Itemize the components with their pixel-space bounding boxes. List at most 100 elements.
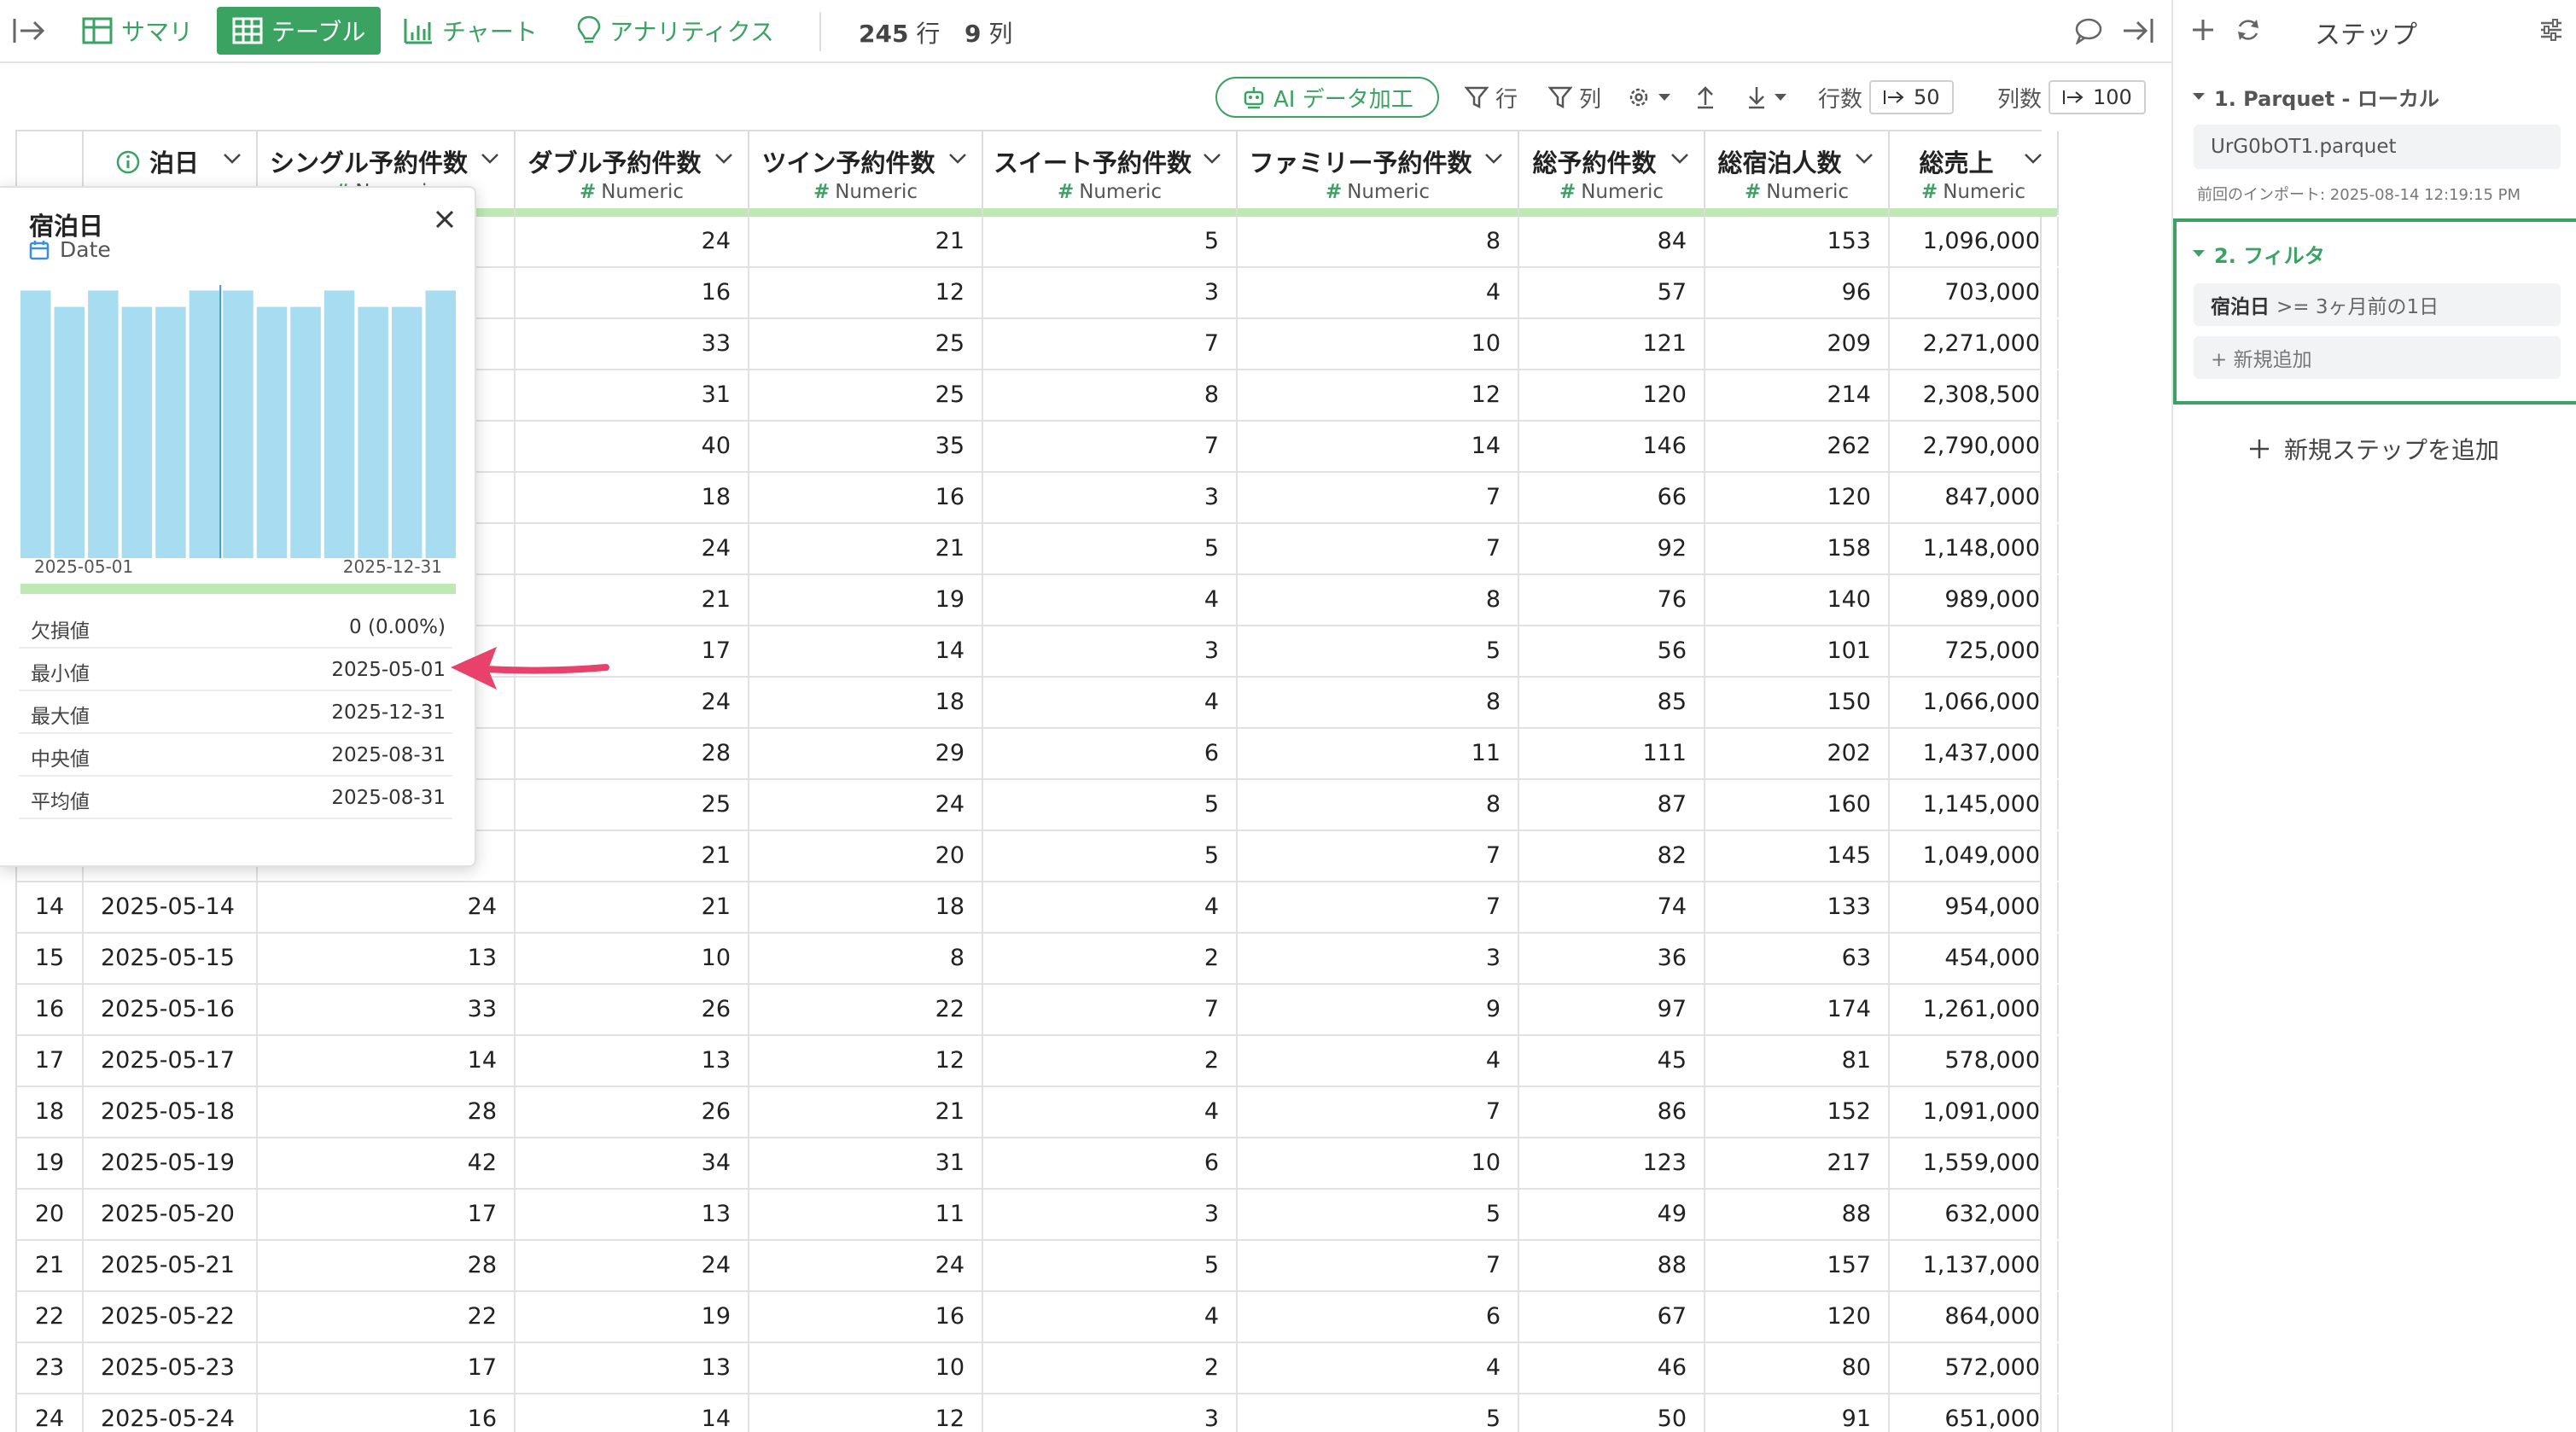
header-column-total-bookings[interactable]: 総予約件数 # Numeric <box>1519 131 1705 217</box>
table-cell[interactable]: 5 <box>1238 626 1519 676</box>
table-cell[interactable]: 76 <box>1519 575 1705 625</box>
upload-button[interactable] <box>1695 77 1716 118</box>
table-cell[interactable]: 2 <box>983 934 1238 983</box>
table-cell[interactable]: 2025-05-21 <box>84 1241 258 1290</box>
table-cell[interactable]: 3 <box>983 1190 1238 1239</box>
add-step-button[interactable]: 新規ステップを追加 <box>2248 432 2499 466</box>
table-cell[interactable]: 36 <box>1519 934 1705 983</box>
table-cell[interactable]: 40 <box>516 422 749 471</box>
chevron-down-icon[interactable] <box>222 152 242 169</box>
table-row[interactable]: 20 2025-05-20 17 13 11 3 5 49 88 632,000 <box>17 1190 2059 1241</box>
table-cell[interactable]: 1,096,000 <box>1890 217 2059 266</box>
table-cell[interactable]: 14 <box>749 626 983 676</box>
table-cell[interactable]: 21 <box>749 524 983 573</box>
table-cell[interactable]: 3 <box>983 473 1238 522</box>
table-cell[interactable]: 28 <box>516 729 749 778</box>
table-cell[interactable]: 2025-05-19 <box>84 1138 258 1188</box>
table-cell[interactable]: 8 <box>983 370 1238 420</box>
table-cell[interactable]: 24 <box>516 217 749 266</box>
tab-chart[interactable]: チャート <box>403 7 538 55</box>
table-cell[interactable]: 11 <box>1238 729 1519 778</box>
header-column-total-sales[interactable]: 総売上 # Numeric <box>1890 131 2059 217</box>
table-cell[interactable]: 12 <box>749 268 983 317</box>
chevron-down-icon[interactable] <box>1670 152 1690 169</box>
table-cell[interactable]: 7 <box>1238 524 1519 573</box>
table-cell[interactable]: 57 <box>1519 268 1705 317</box>
table-cell[interactable]: 120 <box>1705 473 1890 522</box>
table-cell[interactable]: 1,091,000 <box>1890 1087 2059 1137</box>
table-cell[interactable]: 2025-05-16 <box>84 985 258 1034</box>
table-cell[interactable]: 87 <box>1519 780 1705 830</box>
refresh-icon[interactable] <box>2235 16 2262 47</box>
table-cell[interactable]: 152 <box>1705 1087 1890 1137</box>
table-cell[interactable]: 5 <box>983 524 1238 573</box>
table-cell[interactable]: 6 <box>983 729 1238 778</box>
table-cell[interactable]: 85 <box>1519 678 1705 727</box>
table-cell[interactable]: 123 <box>1519 1138 1705 1188</box>
table-cell[interactable]: 25 <box>749 319 983 369</box>
table-cell[interactable]: 2025-05-22 <box>84 1292 258 1342</box>
table-cell[interactable]: 3 <box>983 1394 1238 1432</box>
rows-limit-input[interactable]: 50 <box>1869 80 1954 114</box>
table-cell[interactable]: 2025-05-20 <box>84 1190 258 1239</box>
table-cell[interactable]: 25 <box>749 370 983 420</box>
table-cell[interactable]: 8 <box>1238 575 1519 625</box>
table-cell[interactable]: 214 <box>1705 370 1890 420</box>
table-cell[interactable]: 5 <box>1238 1190 1519 1239</box>
table-cell[interactable]: 1,137,000 <box>1890 1241 2059 1290</box>
collapse-left-icon[interactable] <box>12 15 46 49</box>
table-row[interactable]: 19 2025-05-19 42 34 31 6 10 123 217 1,559,000 <box>17 1138 2059 1190</box>
table-cell[interactable]: 145 <box>1705 831 1890 881</box>
table-cell[interactable]: 101 <box>1705 626 1890 676</box>
table-cell[interactable]: 133 <box>1705 882 1890 932</box>
table-cell[interactable]: 21 <box>749 217 983 266</box>
table-cell[interactable]: 4 <box>983 678 1238 727</box>
header-column-family[interactable]: ファミリー予約件数 # Numeric <box>1238 131 1519 217</box>
table-cell[interactable]: 22 <box>749 985 983 1034</box>
table-cell[interactable]: 92 <box>1519 524 1705 573</box>
table-cell[interactable]: 17 <box>258 1343 516 1393</box>
table-cell[interactable]: 42 <box>258 1138 516 1188</box>
table-cell[interactable]: 19 <box>516 1292 749 1342</box>
chevron-down-icon[interactable] <box>1202 152 1222 169</box>
table-cell[interactable]: 12 <box>1238 370 1519 420</box>
table-cell[interactable]: 5 <box>983 831 1238 881</box>
table-cell[interactable]: 82 <box>1519 831 1705 881</box>
table-cell[interactable]: 24 <box>516 1241 749 1290</box>
table-cell[interactable]: 703,000 <box>1890 268 2059 317</box>
settings-dropdown[interactable] <box>1627 77 1671 118</box>
chevron-down-icon[interactable] <box>947 152 968 169</box>
table-cell[interactable]: 1,145,000 <box>1890 780 2059 830</box>
table-cell[interactable]: 5 <box>1238 1394 1519 1432</box>
table-cell[interactable]: 1,261,000 <box>1890 985 2059 1034</box>
table-cell[interactable]: 33 <box>516 319 749 369</box>
tab-table[interactable]: テーブル <box>217 7 382 55</box>
tab-analytics[interactable]: アナリティクス <box>577 7 774 55</box>
table-cell[interactable]: 33 <box>258 985 516 1034</box>
table-cell[interactable]: 88 <box>1519 1241 1705 1290</box>
step-2[interactable]: 2. フィルタ 宿泊日 >= 3ヶ月前の1日 + 新規追加 <box>2173 218 2576 405</box>
table-row[interactable]: 16 2025-05-16 33 26 22 7 9 97 174 1,261,000 <box>17 985 2059 1036</box>
table-cell[interactable]: 97 <box>1519 985 1705 1034</box>
table-cell[interactable]: 4 <box>1238 1343 1519 1393</box>
table-cell[interactable]: 150 <box>1705 678 1890 727</box>
table-cell[interactable]: 3 <box>983 268 1238 317</box>
table-cell[interactable]: 8 <box>1238 217 1519 266</box>
table-cell[interactable]: 21 <box>516 831 749 881</box>
table-cell[interactable]: 67 <box>1519 1292 1705 1342</box>
table-cell[interactable]: 160 <box>1705 780 1890 830</box>
header-column-total-guests[interactable]: 総宿泊人数 # Numeric <box>1705 131 1890 217</box>
ai-data-processing-button[interactable]: AI データ加工 <box>1215 77 1439 118</box>
table-cell[interactable]: 26 <box>516 985 749 1034</box>
table-cell[interactable]: 46 <box>1519 1343 1705 1393</box>
table-cell[interactable]: 10 <box>1238 319 1519 369</box>
table-cell[interactable]: 7 <box>1238 473 1519 522</box>
table-row[interactable]: 23 2025-05-23 17 13 10 2 4 46 80 572,000 <box>17 1343 2059 1394</box>
table-cell[interactable]: 80 <box>1705 1343 1890 1393</box>
table-cell[interactable]: 157 <box>1705 1241 1890 1290</box>
table-cell[interactable]: 88 <box>1705 1190 1890 1239</box>
table-row[interactable]: 14 2025-05-14 24 21 18 4 7 74 133 954,000 <box>17 882 2059 934</box>
table-cell[interactable]: 81 <box>1705 1036 1890 1086</box>
table-cell[interactable]: 6 <box>983 1138 1238 1188</box>
table-cell[interactable]: 9 <box>1238 985 1519 1034</box>
